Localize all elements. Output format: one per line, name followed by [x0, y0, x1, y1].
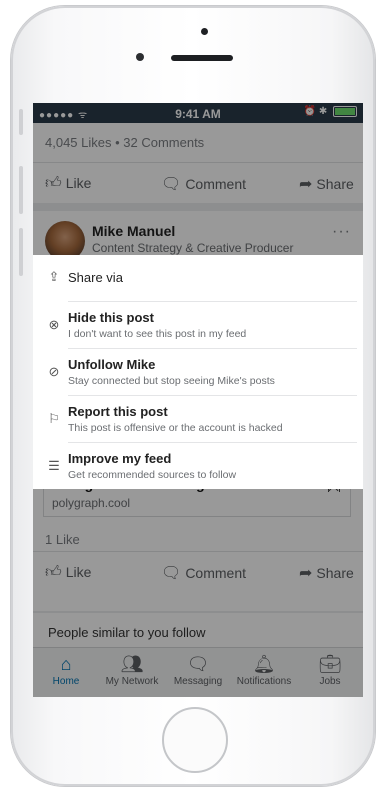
menu-unfollow[interactable]: ⊘ Unfollow Mike Stay connected but stop … [33, 349, 363, 395]
screen: ●●●●● ᯤ 9:41 AM ⏰ ✱ 4,045 Likes • 32 Com… [33, 103, 363, 697]
flag-icon: ⚐ [48, 411, 60, 426]
menu-item-subtitle: I don't want to see this post in my feed [68, 328, 247, 340]
post-options-sheet: ⇪ Share via ⊗ Hide this post I don't wan… [33, 255, 363, 489]
menu-item-title: Improve my feed [68, 451, 172, 466]
sliders-icon: ☰ [48, 458, 60, 473]
mute-switch [19, 109, 23, 135]
menu-item-title: Report this post [68, 404, 168, 419]
unfollow-icon: ⊘ [48, 364, 60, 379]
front-camera [201, 28, 208, 35]
menu-report-post[interactable]: ⚐ Report this post This post is offensiv… [33, 396, 363, 442]
menu-hide-post[interactable]: ⊗ Hide this post I don't want to see thi… [33, 302, 363, 348]
hide-x-icon: ⊗ [48, 317, 60, 332]
menu-share-label: Share via [68, 270, 123, 285]
proximity-sensor [136, 53, 144, 61]
home-button[interactable] [162, 707, 228, 773]
menu-item-title: Hide this post [68, 310, 154, 325]
menu-item-subtitle: Get recommended sources to follow [68, 469, 237, 481]
earpiece-speaker [171, 55, 233, 61]
menu-item-title: Unfollow Mike [68, 357, 156, 372]
menu-item-subtitle: This post is offensive or the account is… [68, 422, 283, 434]
menu-share-via[interactable]: ⇪ Share via [33, 255, 363, 301]
volume-up-button [19, 166, 23, 214]
share-upload-icon: ⇪ [48, 269, 60, 284]
volume-down-button [19, 228, 23, 276]
menu-improve-feed[interactable]: ☰ Improve my feed Get recommended source… [33, 443, 363, 489]
menu-item-subtitle: Stay connected but stop seeing Mike's po… [68, 375, 275, 387]
